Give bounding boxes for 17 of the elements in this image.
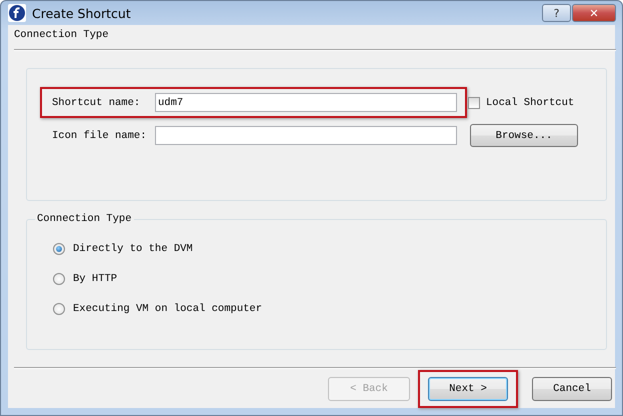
browse-button[interactable]: Browse... <box>470 124 578 147</box>
group-title: Connection Type <box>35 213 134 225</box>
field-label: Shortcut name: <box>52 96 142 108</box>
help-button[interactable]: ? <box>542 4 571 22</box>
window-title: Create Shortcut <box>32 6 132 20</box>
connection-radio[interactable]: By HTTP <box>53 272 606 285</box>
connection-radio[interactable]: Directly to the DVM <box>53 242 606 255</box>
icon-file-field[interactable] <box>155 126 457 145</box>
close-button[interactable]: ✕ <box>572 4 616 22</box>
wizard-button[interactable]: Cancel <box>532 377 612 401</box>
wizard-button[interactable]: Next > <box>428 377 508 401</box>
app-logo-icon <box>8 4 26 22</box>
connection-radio[interactable]: Executing VM on local computer <box>53 302 606 315</box>
local-shortcut-checkbox[interactable]: Local Shortcut <box>468 96 574 108</box>
shortcut-name-field[interactable]: udm7 <box>155 93 457 112</box>
field-label: Icon file name: <box>52 130 148 142</box>
page-title: Connection Type <box>14 28 110 43</box>
